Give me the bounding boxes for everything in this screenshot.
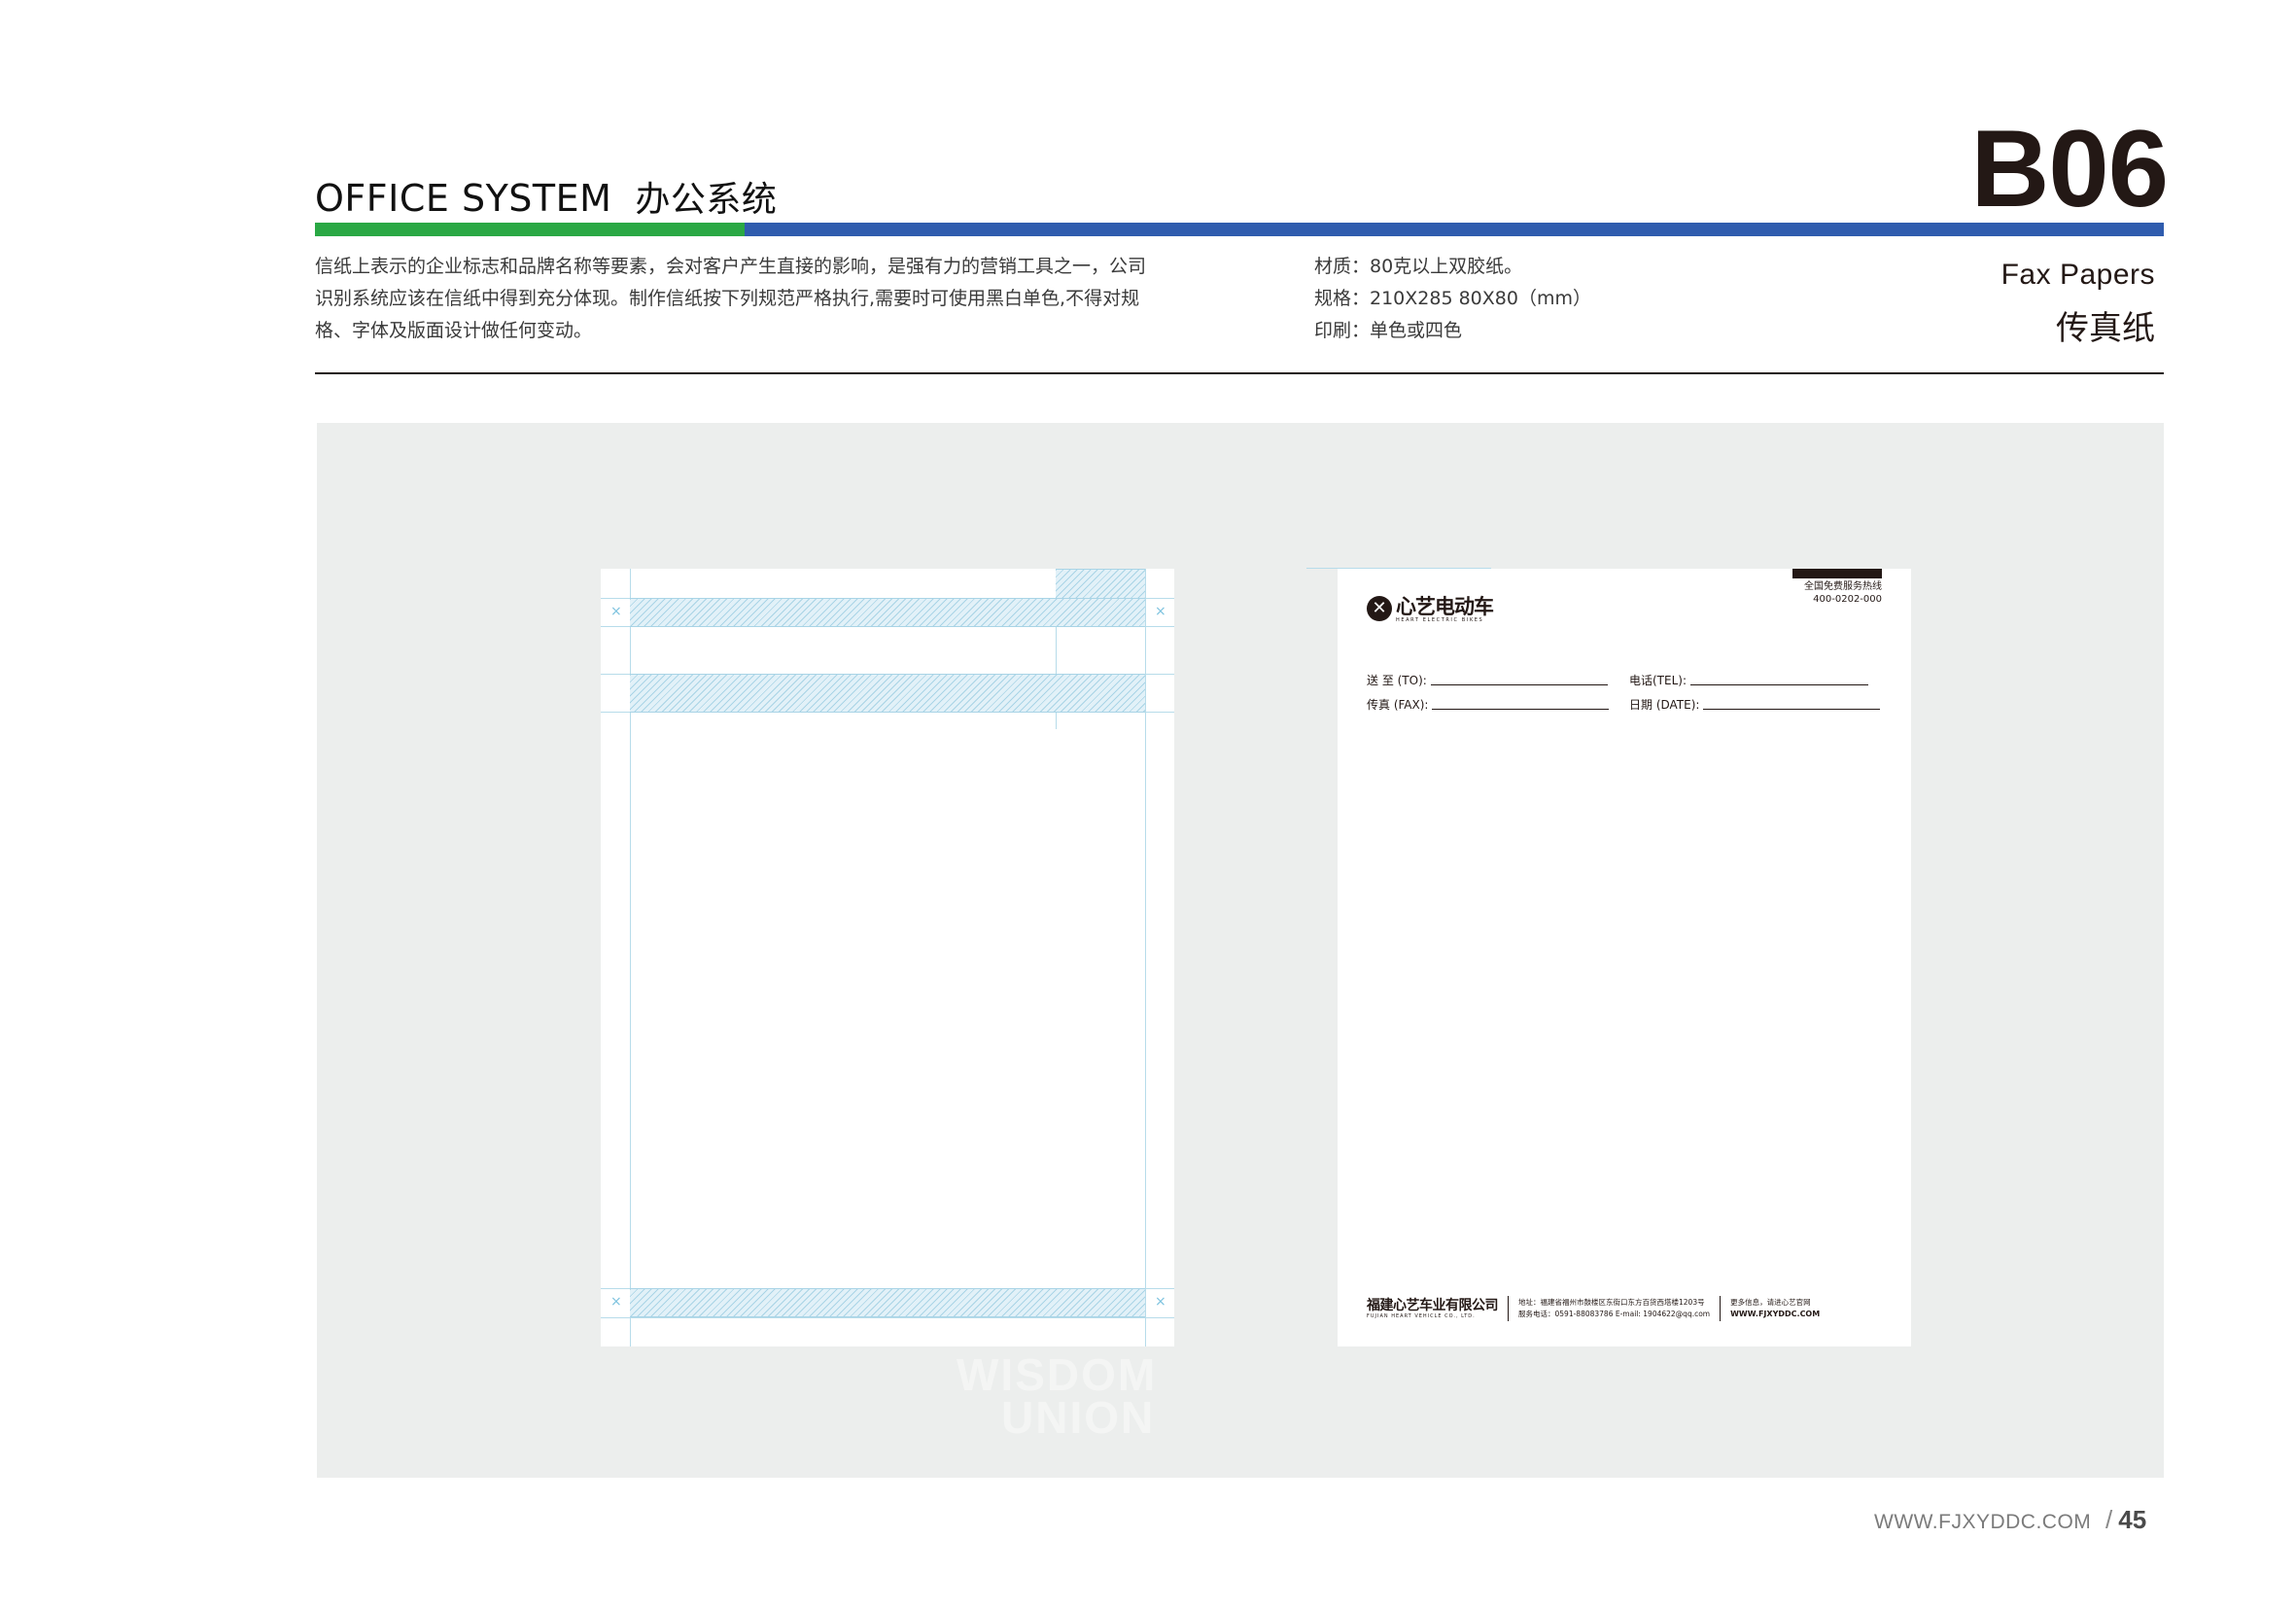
company-contact: 服务电话：0591-88083786 E-mail: 1904622@qq.co…: [1518, 1310, 1711, 1318]
field-fax-line: [1432, 709, 1610, 710]
x-mark-icon: ×: [1155, 604, 1166, 619]
logo-mark-icon: ✕: [1367, 596, 1392, 621]
page-number-value: 45: [2118, 1505, 2147, 1534]
spec-material: 材质：80克以上双胶纸。: [1314, 256, 1523, 277]
description-line: 信纸上表示的企业标志和品牌名称等要素，会对客户产生直接的影响，是强有力的营销工具…: [315, 256, 1147, 277]
hatch-header-area: [630, 598, 1145, 627]
corner-bar: [1792, 569, 1882, 578]
grid-template-sheet: × × × ×: [601, 569, 1174, 1346]
field-date-line: [1703, 709, 1881, 710]
page-number: /45: [2105, 1505, 2146, 1535]
website-hint: 更多信息，请进心艺官网: [1730, 1298, 1811, 1307]
x-mark-icon: ×: [1155, 1294, 1166, 1310]
website-url: WWW.FJXYDDC.COM: [1730, 1310, 1821, 1318]
section-code: B06: [1970, 108, 2169, 229]
spec-size: 规格：210X285 80X80（mm）: [1314, 288, 1591, 309]
fax-footer: 福建心艺车业有限公司 FUJIAN HEART VEHICLE CO., LTD…: [1367, 1296, 1882, 1321]
hatch-footer-area: [630, 1288, 1145, 1317]
company-name-cn: 福建心艺车业有限公司: [1367, 1297, 1499, 1313]
field-tel: 电话(TEL):: [1629, 672, 1869, 688]
grid-guide: [1145, 569, 1146, 1346]
hotline-label: 全国免费服务热线: [1804, 581, 1882, 592]
field-date-label: 日期 (DATE):: [1629, 698, 1700, 712]
x-mark-icon: ×: [610, 1294, 622, 1310]
field-date: 日期 (DATE):: [1629, 696, 1881, 713]
footer-separator: [1720, 1296, 1722, 1321]
accent-bar-green: [315, 223, 745, 236]
fax-paper-sheet: 全国免费服务热线 400-0202-000 ✕ 心艺电动车 HEART ELEC…: [1338, 569, 1911, 1346]
hotline: 全国免费服务热线 400-0202-000: [1804, 580, 1882, 606]
logo-name-en: HEART ELECTRIC BIKES: [1396, 617, 1484, 623]
title-en: OFFICE SYSTEM: [315, 177, 612, 220]
company-name-en: FUJIAN HEART VEHICLE CO., LTD.: [1367, 1312, 1476, 1319]
watermark-line: WISDOM: [957, 1349, 1158, 1400]
field-fax: 传真 (FAX):: [1367, 696, 1610, 713]
x-mark-icon: ×: [610, 604, 622, 619]
field-fax-label: 传真 (FAX):: [1367, 698, 1429, 712]
logo-name-cn: 心艺电动车: [1396, 595, 1494, 618]
field-to-label: 送 至 (TO):: [1367, 674, 1427, 687]
field-tel-label: 电话(TEL):: [1629, 674, 1687, 687]
section-name-cn: 传真纸: [2056, 309, 2155, 348]
hotline-number: 400-0202-000: [1813, 594, 1882, 605]
spec-print: 印刷：单色或四色: [1314, 320, 1463, 341]
hatch-hotline-area: [1056, 569, 1145, 600]
description-line: 识别系统应该在信纸中得到充分体现。制作信纸按下列规范严格执行,需要时可使用黑白单…: [315, 288, 1140, 309]
title-cn: 办公系统: [635, 180, 778, 220]
brand-logo: ✕ 心艺电动车 HEART ELECTRIC BIKES: [1367, 595, 1494, 623]
field-to-line: [1430, 684, 1608, 685]
watermark-line: UNION: [1001, 1392, 1156, 1443]
page-title: OFFICE SYSTEM 办公系统: [315, 171, 777, 222]
field-to: 送 至 (TO):: [1367, 672, 1608, 688]
grid-guide: [601, 1317, 1174, 1318]
description: 信纸上表示的企业标志和品牌名称等要素，会对客户产生直接的影响，是强有力的营销工具…: [315, 251, 1190, 347]
footer-separator: [1508, 1296, 1509, 1321]
specifications: 材质：80克以上双胶纸。 规格：210X285 80X80（mm） 印刷：单色或…: [1314, 251, 1722, 347]
page-slash: /: [2105, 1505, 2113, 1534]
watermark: WISDOM UNION: [957, 1349, 1158, 1443]
hatch-fields-area: [630, 674, 1145, 713]
accent-bar-blue: [745, 223, 2164, 236]
section-name-en: Fax Papers: [2000, 259, 2155, 291]
header-divider: [315, 372, 2164, 374]
company-address: 地址：福建省福州市鼓楼区东街口东方百货西塔楼1203号: [1518, 1298, 1705, 1307]
footer-website: WWW.FJXYDDC.COM: [1874, 1511, 2092, 1533]
field-tel-line: [1690, 684, 1869, 685]
description-line: 格、字体及版面设计做任何变动。: [315, 320, 593, 341]
